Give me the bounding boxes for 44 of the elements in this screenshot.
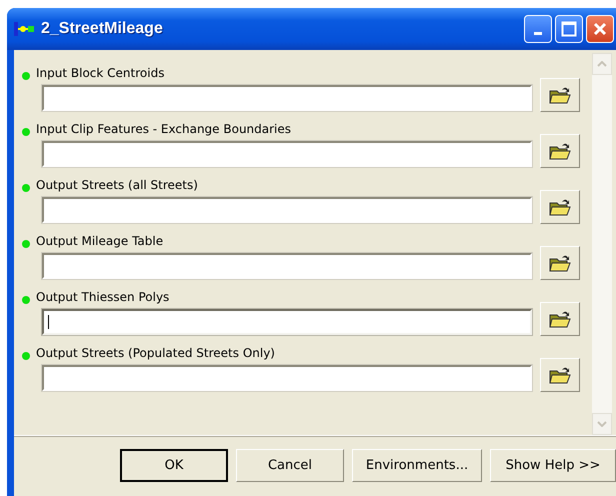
input-field[interactable] [42,141,532,167]
minimize-button[interactable] [524,15,552,43]
parameter-label: Output Mileage Table [36,234,164,248]
close-icon [592,21,608,37]
folder-icon [549,365,571,385]
folder-icon [549,253,571,273]
browse-button[interactable] [540,246,580,280]
browse-button[interactable] [540,78,580,112]
input-field[interactable] [42,309,532,335]
folder-icon [549,85,571,105]
input-field[interactable] [42,85,532,111]
parameter-label: Input Block Centroids [36,66,164,80]
maximize-button[interactable] [555,15,583,43]
required-dot-icon [22,352,30,360]
close-button[interactable] [586,15,614,43]
folder-icon [549,141,571,161]
dialog-button[interactable]: Cancel [236,449,344,482]
input-field[interactable] [42,365,532,391]
required-dot-icon [22,72,30,80]
required-dot-icon [22,296,30,304]
parameter-label: Input Clip Features - Exchange Boundaries [36,122,292,136]
dialog-button[interactable]: Show Help >> [490,449,616,482]
chevron-up-icon [597,61,607,67]
chevron-down-icon [597,421,607,427]
required-dot-icon [22,184,30,192]
folder-icon [549,309,571,329]
browse-button[interactable] [540,358,580,392]
parameter-label: Output Thiessen Polys [36,290,170,304]
browse-button[interactable] [540,302,580,336]
browse-button[interactable] [540,190,580,224]
input-field[interactable] [42,253,532,279]
dialog-button[interactable]: Environments... [352,449,482,482]
required-dot-icon [22,240,30,248]
window-title: 2_StreetMileage [41,20,163,38]
dialog-button[interactable]: OK [120,449,228,482]
input-field[interactable] [42,197,532,223]
parameter-label: Output Streets (Populated Streets Only) [36,346,275,360]
parameter-label: Output Streets (all Streets) [36,178,198,192]
browse-button[interactable] [540,134,580,168]
folder-icon [549,197,571,217]
minimize-icon [534,32,542,34]
required-dot-icon [22,128,30,136]
model-icon [13,21,35,37]
maximize-icon [561,21,577,37]
